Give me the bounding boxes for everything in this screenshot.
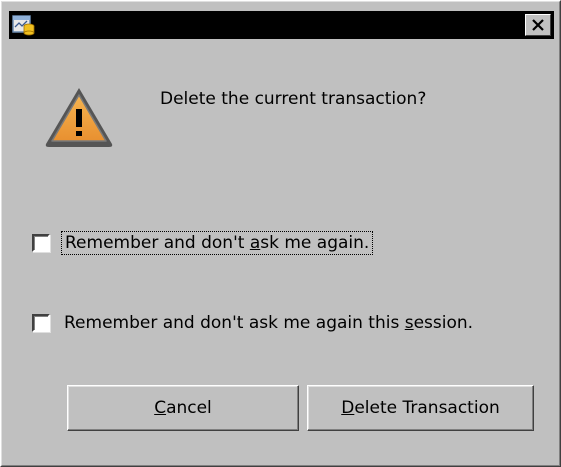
app-icon — [12, 15, 35, 36]
remember-session-option-row[interactable]: Remember and don't ask me again this ses… — [32, 308, 476, 338]
warning-icon — [45, 88, 113, 147]
delete-transaction-dialog: Delete the current transaction? Remember… — [0, 0, 561, 467]
cancel-button[interactable]: Cancel — [67, 385, 299, 431]
dialog-message: Delete the current transaction? — [160, 89, 427, 109]
remember-checkbox[interactable] — [32, 234, 50, 252]
remember-label[interactable]: Remember and don't ask me again. — [61, 231, 374, 255]
delete-transaction-button[interactable]: Delete Transaction — [307, 385, 534, 431]
remember-session-checkbox[interactable] — [32, 314, 50, 332]
close-button[interactable] — [525, 14, 551, 36]
remember-session-label[interactable]: Remember and don't ask me again this ses… — [61, 311, 476, 335]
remember-option-row[interactable]: Remember and don't ask me again. — [32, 228, 374, 258]
dialog-body: Delete the current transaction? Remember… — [9, 39, 554, 460]
title-bar[interactable] — [9, 11, 554, 39]
close-icon — [532, 19, 544, 31]
